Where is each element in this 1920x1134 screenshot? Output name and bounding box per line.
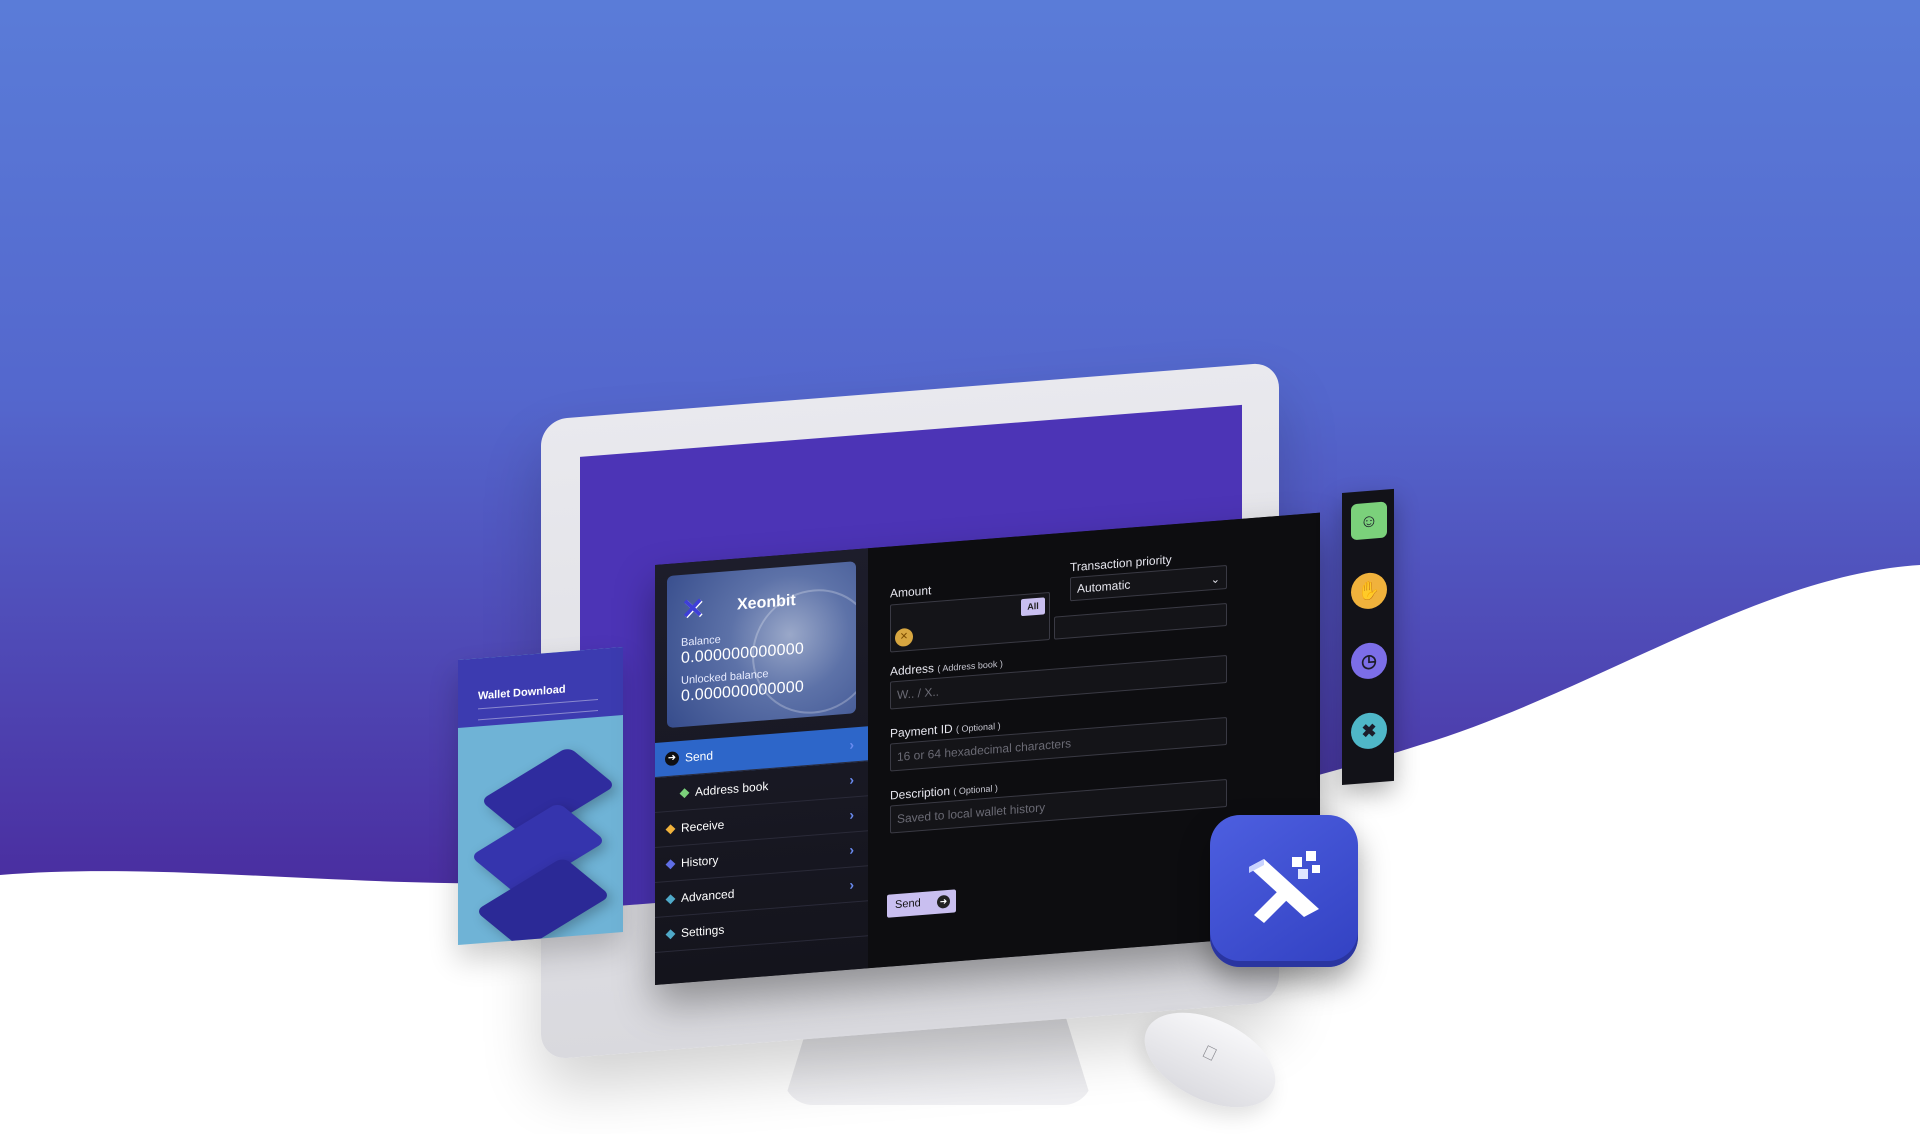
receive-coin-icon[interactable]: ✋	[1351, 571, 1387, 611]
diamond-icon	[679, 787, 690, 798]
sidebar-item-label: Receive	[681, 817, 725, 835]
xeonbit-coin-icon: ✕	[895, 627, 913, 648]
payment-id-label-text: Payment ID	[890, 721, 953, 741]
all-button[interactable]: All	[1021, 597, 1045, 617]
diamond-icon	[665, 893, 676, 904]
sidebar-item-label: Settings	[681, 922, 725, 940]
description-optional: ( Optional )	[953, 783, 998, 797]
arrow-right-icon: ➜	[665, 751, 679, 767]
sidebar-item-label: Address book	[695, 779, 769, 799]
sidebar-nav: ➜ Send › Address book › Receive › Histor…	[655, 726, 868, 953]
address-book-icon[interactable]: ☺	[1351, 501, 1387, 541]
apple-logo-icon: 	[1199, 1041, 1220, 1066]
diamond-icon	[665, 858, 676, 869]
sidebar: ✕ Xeonbit Balance 0.000000000000 Unlocke…	[655, 548, 868, 985]
amount-label: Amount	[890, 583, 932, 601]
xeonbit-logo-icon	[1249, 851, 1320, 923]
history-clock-icon[interactable]: ◷	[1351, 641, 1387, 681]
diamond-icon	[665, 823, 676, 834]
chevron-right-icon: ›	[849, 841, 854, 858]
payment-id-optional: ( Optional )	[956, 720, 1001, 735]
panel-title: Wallet Download	[478, 683, 566, 703]
sidebar-item-label: History	[681, 853, 719, 870]
chevron-right-icon: ›	[849, 876, 854, 893]
address-label-text: Address	[890, 661, 935, 679]
address-placeholder: W.. / X..	[897, 684, 940, 702]
sidebar-item-label: Send	[685, 748, 714, 765]
xeonbit-app-icon	[1210, 815, 1358, 967]
feature-icon-strip: ☺ ✋ ◷ ✖	[1342, 488, 1394, 785]
chevron-right-icon: ›	[849, 736, 854, 753]
arrow-right-icon: ➜	[937, 894, 950, 909]
chevron-down-icon: ⌄	[1210, 573, 1220, 587]
priority-value: Automatic	[1077, 577, 1131, 596]
payment-id-placeholder: 16 or 64 hexadecimal characters	[897, 736, 1072, 764]
sidebar-item-label: Advanced	[681, 886, 735, 905]
amount-input[interactable]: ✕ All	[890, 591, 1050, 653]
tools-icon[interactable]: ✖	[1351, 711, 1387, 751]
send-button-label: Send	[895, 897, 921, 912]
address-book-link[interactable]: ( Address book )	[937, 659, 1003, 674]
xeonbit-logo-icon: ✕	[681, 592, 705, 625]
panel-subtitle-lines	[478, 698, 598, 721]
panel-header: Wallet Download	[458, 647, 623, 728]
send-button[interactable]: Send ➜	[887, 889, 956, 918]
wallet-download-panel: Wallet Download	[458, 647, 623, 945]
chevron-right-icon: ›	[849, 771, 854, 788]
wallet-card: ✕ Xeonbit Balance 0.000000000000 Unlocke…	[667, 561, 856, 729]
diamond-icon	[665, 928, 676, 939]
marketing-scene:   Wallet Download ✕ Xeonbit Balance 0.…	[0, 0, 1920, 1134]
description-label-text: Description	[890, 783, 951, 803]
description-placeholder: Saved to local wallet history	[897, 800, 1046, 826]
chevron-right-icon: ›	[849, 806, 854, 823]
amount-extra-field[interactable]	[1054, 602, 1227, 640]
